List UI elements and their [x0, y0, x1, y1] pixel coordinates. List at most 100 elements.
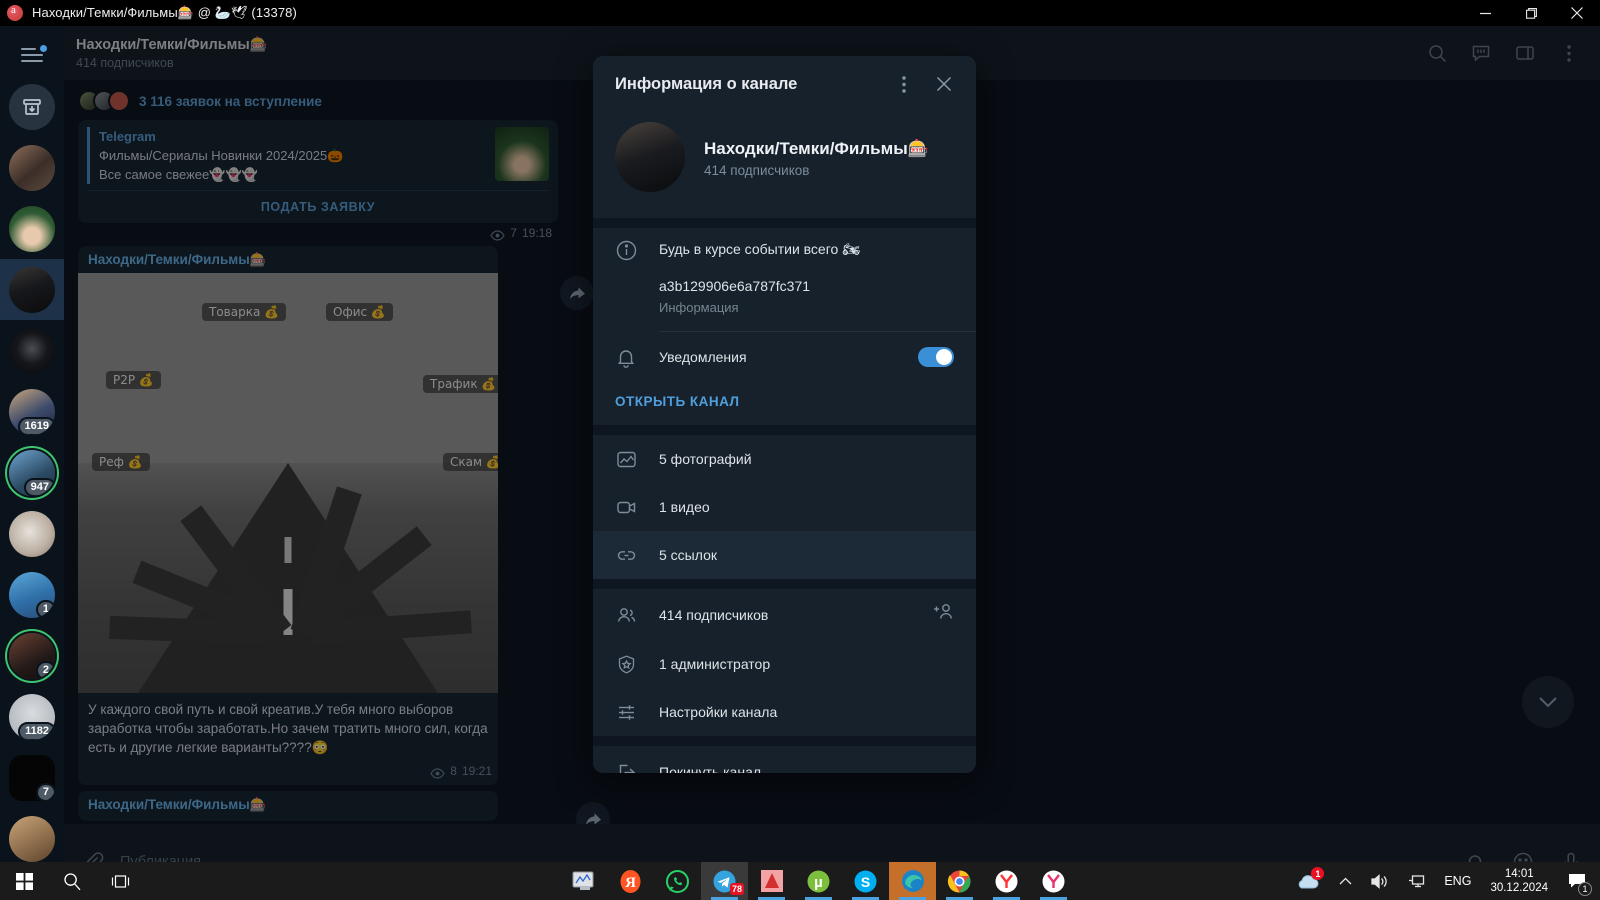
yandex-app-3-icon[interactable] [1030, 862, 1077, 900]
app-icon [7, 4, 23, 21]
skype-app-icon[interactable]: S [842, 862, 889, 900]
divider [593, 425, 976, 435]
sidebar-item-chat-7[interactable] [0, 503, 64, 564]
clock-date: 30.12.2024 [1490, 882, 1548, 894]
leave-icon [615, 761, 637, 773]
media-videos-label: 1 видео [659, 499, 710, 515]
show-hidden-icons-button[interactable] [1330, 862, 1361, 900]
media-row-videos[interactable]: 1 видео [593, 483, 976, 531]
telegram-unread-badge: 78 [729, 883, 744, 895]
avatar: 2 [9, 632, 55, 679]
open-channel-button[interactable]: ОТКРЫТЬ КАНАЛ [593, 382, 976, 425]
utorrent-app-icon[interactable]: µ [795, 862, 842, 900]
add-member-icon[interactable] [932, 602, 954, 627]
close-button[interactable] [1554, 0, 1600, 26]
yandex-browser-app-icon[interactable]: Я [607, 862, 654, 900]
avatar [9, 510, 55, 557]
leave-channel-row[interactable]: Покинуть канал [593, 746, 976, 773]
more-vertical-icon[interactable] [886, 66, 922, 102]
members-icon [615, 604, 637, 626]
sidebar-item-chat-6[interactable]: 947 [0, 442, 64, 503]
shield-icon [615, 653, 637, 675]
administrators-main: 1 администратор [659, 654, 954, 674]
avatar [9, 815, 55, 862]
channel-info-dialog: Информация о канале Находки/Темки/Фильмы… [593, 56, 976, 773]
sidebar-item-chat-5[interactable]: 1619 [0, 381, 64, 442]
sidebar-item-chat-10[interactable]: 1182 [0, 686, 64, 747]
task-view-icon[interactable] [96, 862, 144, 900]
sidebar-item-chat-4[interactable] [0, 320, 64, 381]
svg-text:S: S [861, 874, 870, 890]
telegram-app-icon[interactable]: 78 [701, 862, 748, 900]
telegram-desktop-window: Находки/Темки/Фильмы🎰 @ 🦢🕊 (13378) [0, 0, 1600, 900]
avatar: 1 [9, 571, 55, 618]
channel-username-main: a3b129906e6a787fc371 Информация [659, 276, 954, 317]
channel-avatar[interactable] [615, 122, 685, 192]
unread-badge: 7 [35, 782, 55, 801]
window-controls [1462, 0, 1600, 26]
svg-text:Я: Я [625, 875, 636, 891]
notifications-main: Уведомления [659, 347, 896, 367]
close-icon[interactable] [926, 66, 962, 102]
sidebar-item-chat-12[interactable] [0, 808, 64, 869]
sidebar-item-chat-3[interactable] [0, 259, 64, 320]
members-main: 414 подписчиков [659, 605, 910, 625]
notifications-row[interactable]: Уведомления [593, 332, 976, 382]
sidebar-item-archive[interactable] [0, 76, 64, 137]
media-row-links[interactable]: 5 ссылок [593, 531, 976, 579]
media-row-photos[interactable]: 5 фотографий [593, 435, 976, 483]
administrators-row[interactable]: 1 администратор [593, 640, 976, 688]
divider [593, 579, 976, 589]
channel-name: Находки/Темки/Фильмы🎰 [704, 138, 929, 158]
channel-settings-main: Настройки канала [659, 702, 954, 722]
channel-username: a3b129906e6a787fc371 [659, 278, 811, 294]
yandex-app-2-icon[interactable] [983, 862, 1030, 900]
unread-badge: 1619 [17, 416, 55, 435]
channel-profile[interactable]: Находки/Темки/Фильмы🎰 414 подписчиков [593, 112, 976, 218]
video-icon [615, 496, 637, 518]
clock[interactable]: 14:01 30.12.2024 [1480, 867, 1558, 895]
whatsapp-app-icon[interactable] [654, 862, 701, 900]
svg-text:µ: µ [814, 874, 823, 891]
clock-time: 14:01 [1504, 868, 1534, 880]
minimize-button[interactable] [1462, 0, 1508, 26]
media-links-label: 5 ссылок [659, 547, 717, 563]
window-title: Находки/Темки/Фильмы🎰 @ 🦢🕊 (13378) [32, 5, 297, 20]
windows-taskbar: Я 78 µ S 1 ENG 14:01 30.12.2024 1 [0, 862, 1600, 900]
chat-list-rail[interactable]: 1619 947 1 2 1182 7 [0, 26, 64, 900]
chrome-app-icon[interactable] [936, 862, 983, 900]
administrators-label: 1 администратор [659, 656, 771, 672]
autocad-app-icon[interactable] [748, 862, 795, 900]
action-center-icon[interactable]: 1 [1558, 862, 1596, 900]
maximize-button[interactable] [1508, 0, 1554, 26]
bell-icon [615, 346, 637, 368]
media-photos-main: 5 фотографий [659, 449, 954, 469]
language-indicator[interactable]: ENG [1435, 862, 1480, 900]
windows-start-icon[interactable] [0, 862, 48, 900]
edge-app-icon[interactable] [889, 862, 936, 900]
taskbar-left [0, 862, 144, 900]
volume-icon[interactable] [1361, 862, 1398, 900]
network-icon[interactable] [1398, 862, 1435, 900]
sidebar-item-chat-9[interactable]: 2 [0, 625, 64, 686]
sidebar-item-chat-8[interactable]: 1 [0, 564, 64, 625]
link-icon [615, 544, 637, 566]
system-tray: 1 ENG 14:01 30.12.2024 1 [1286, 862, 1600, 900]
dialog-header-actions [886, 66, 962, 102]
taskbar-apps: Я 78 µ S [560, 862, 1077, 900]
divider [593, 218, 976, 228]
menu-button[interactable] [0, 34, 64, 76]
sidebar-item-chat-11[interactable]: 7 [0, 747, 64, 808]
channel-about-row[interactable]: Будь в курсе событии всего 🏍 [593, 228, 976, 272]
dialog-header: Информация о канале [593, 56, 976, 112]
channel-username-row[interactable]: a3b129906e6a787fc371 Информация [593, 272, 976, 331]
search-icon[interactable] [48, 862, 96, 900]
notifications-toggle[interactable] [918, 347, 954, 367]
cloud-sync-icon[interactable]: 1 [1286, 862, 1330, 900]
channel-settings-row[interactable]: Настройки канала [593, 688, 976, 736]
monitor-app-icon[interactable] [560, 862, 607, 900]
sidebar-item-chat-2[interactable] [0, 198, 64, 259]
members-row[interactable]: 414 подписчиков [593, 589, 976, 640]
sidebar-item-chat-1[interactable] [0, 137, 64, 198]
unread-badge: 947 [23, 477, 55, 496]
